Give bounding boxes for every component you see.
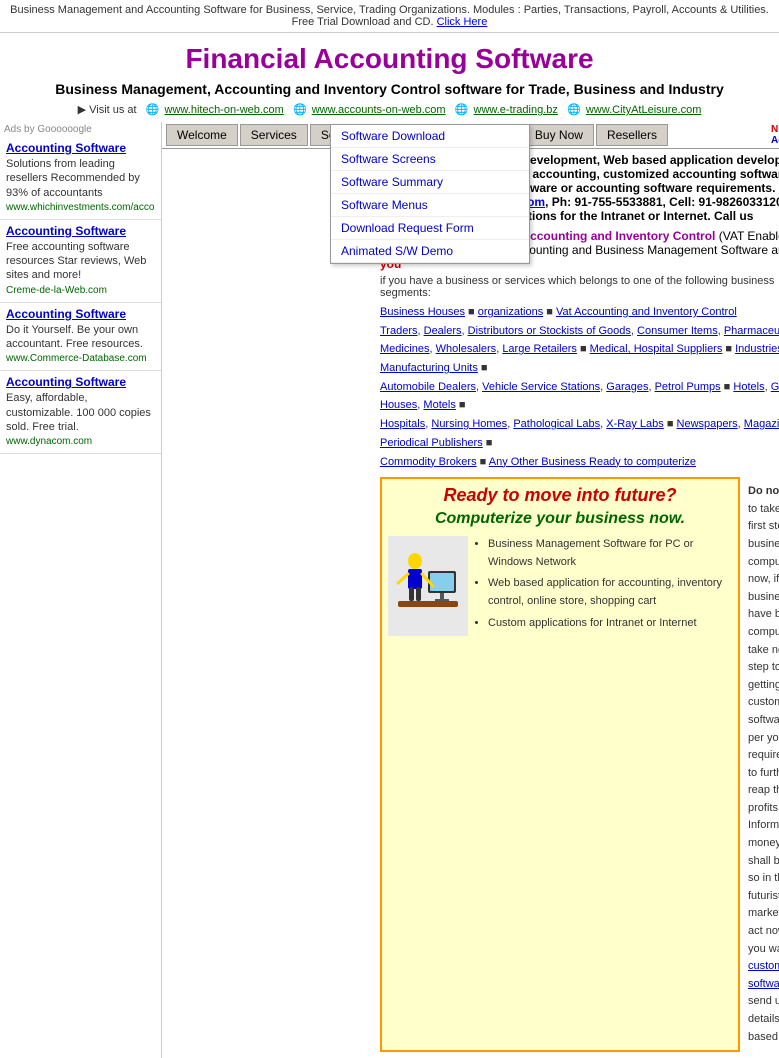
link-manufacturing[interactable]: Manufacturing Units <box>380 362 478 374</box>
link-pathological[interactable]: Pathological Labs <box>513 418 600 430</box>
visit-label: ▶ Visit us at <box>78 104 143 116</box>
link-retailers[interactable]: Large Retailers <box>502 343 577 355</box>
promo-bullets: Business Management Software for PC or W… <box>474 536 732 636</box>
top-banner: Business Management and Accounting Softw… <box>0 0 779 33</box>
link-distributors[interactable]: Distributors or Stockists of Goods <box>468 325 631 337</box>
link-vehicle[interactable]: Vehicle Service Stations <box>482 381 600 393</box>
dropdown-menu: Software Download Software Screens Softw… <box>330 124 530 264</box>
link-medical[interactable]: Medical, Hospital Suppliers <box>590 343 723 355</box>
link-petrol[interactable]: Petrol Pumps <box>655 381 721 393</box>
visit-link-3[interactable]: www.e-trading.bz <box>474 104 558 116</box>
links-section: Business Houses ■ organizations ■ Vat Ac… <box>380 303 779 471</box>
content-area: Our Services :- Software development, We… <box>372 149 779 1058</box>
ad-title-4[interactable]: Accounting Software <box>6 375 155 389</box>
nav-welcome[interactable]: Welcome <box>166 124 238 146</box>
bullet-2: Web based application for accounting, in… <box>488 575 732 610</box>
dropdown-software-screens[interactable]: Software Screens <box>331 148 529 171</box>
main-title: Financial Accounting Software <box>0 33 779 81</box>
right-content: Welcome Services Software Download Conta… <box>162 122 779 1058</box>
nav-buy-now[interactable]: Buy Now <box>524 124 594 146</box>
phone1: 91-755-5533881 <box>574 195 662 209</box>
link-dealers[interactable]: Dealers <box>424 325 462 337</box>
link-newspapers[interactable]: Newspapers <box>677 418 738 430</box>
ad-block-1: Accounting Software Solutions from leadi… <box>0 137 161 220</box>
link-periodical[interactable]: Periodical Publishers <box>380 437 483 449</box>
ad-title-1[interactable]: Accounting Software <box>6 141 155 155</box>
ad-url-1: www.whichinvestments.com/acco <box>6 202 155 213</box>
ad-text-4: Easy, affordable, customizable. 100 000 … <box>6 392 151 433</box>
ad-block-2: Accounting Software Free accounting soft… <box>0 220 161 303</box>
bullet-3: Custom applications for Intranet or Inte… <box>488 615 732 633</box>
promo-inner: Business Management Software for PC or W… <box>388 536 732 636</box>
globe-icon-1: 🌐 <box>146 104 160 116</box>
globe-icon-4: 🌐 <box>567 104 581 116</box>
promo-image <box>388 536 468 636</box>
link-wholesalers[interactable]: Wholesalers <box>436 343 497 355</box>
dropdown-software-summary[interactable]: Software Summary <box>331 171 529 194</box>
link-organizations[interactable]: organizations <box>478 306 543 318</box>
promo-headline: Ready to move into future? <box>388 485 732 506</box>
link-hotels[interactable]: Hotels <box>733 381 764 393</box>
dropdown-download-request[interactable]: Download Request Form <box>331 217 529 240</box>
ad-url-4: www.dynacom.com <box>6 436 155 447</box>
ad-block-4: Accounting Software Easy, affordable, cu… <box>0 371 161 454</box>
bullet-1: Business Management Software for PC or W… <box>488 536 732 571</box>
link-other[interactable]: Any Other Business Ready to computerize <box>489 456 696 468</box>
globe-icon-3: 🌐 <box>455 104 469 116</box>
ad-text-1: Solutions from leading resellers Recomme… <box>6 158 140 199</box>
nav-resellers[interactable]: Resellers <box>596 124 668 146</box>
link-nursing[interactable]: Nursing Homes <box>431 418 507 430</box>
visit-bar: ▶ Visit us at 🌐 www.hitech-on-web.com 🌐 … <box>0 101 779 122</box>
link-garages[interactable]: Garages <box>606 381 648 393</box>
visit-link-2[interactable]: www.accounts-on-web.com <box>312 104 446 116</box>
link-industries[interactable]: Industries <box>735 343 779 355</box>
ad-url-3: www.Commerce-Database.com <box>6 353 155 364</box>
link-business-houses[interactable]: Business Houses <box>380 306 465 318</box>
ad-title-2[interactable]: Accounting Software <box>6 224 155 238</box>
link-vat-accounting[interactable]: Vat Accounting and Inventory Control <box>556 306 737 318</box>
ad-block-3: Accounting Software Do it Yourself. Be y… <box>0 303 161 372</box>
dropdown-software-menus[interactable]: Software Menus <box>331 194 529 217</box>
ad-text-2: Free accounting software resources Star … <box>6 241 146 282</box>
ad-text-3: Do it Yourself. Be your own accountant. … <box>6 324 143 350</box>
visit-link-1[interactable]: www.hitech-on-web.com <box>165 104 284 116</box>
info-do-not-delay: Do not delay <box>748 485 779 497</box>
person-illustration <box>393 541 463 631</box>
promo-box: Ready to move into future? Computerize y… <box>380 477 740 1052</box>
customized-software-link[interactable]: customized software <box>748 960 779 990</box>
bottom-section: Ready to move into future? Computerize y… <box>380 477 779 1052</box>
link-auto[interactable]: Automobile Dealers <box>380 381 476 393</box>
ad-title-3[interactable]: Accounting Software <box>6 307 155 321</box>
dropdown-software-download[interactable]: Software Download <box>331 125 529 148</box>
visit-link-4[interactable]: www.CityAtLeisure.com <box>586 104 702 116</box>
ads-label: Ads by Goooooogle <box>0 122 161 137</box>
globe-icon-2: 🌐 <box>293 104 307 116</box>
link-motels[interactable]: Motels <box>423 399 455 411</box>
banner-link[interactable]: Click Here <box>437 16 488 28</box>
layout: Ads by Goooooogle Accounting Software So… <box>0 122 779 1058</box>
dropdown-animated-demo[interactable]: Animated S/W Demo <box>331 240 529 263</box>
link-traders[interactable]: Traders <box>380 325 418 337</box>
link-hospitals[interactable]: Hospitals <box>380 418 425 430</box>
link-magazine[interactable]: Magazine <box>744 418 779 430</box>
info-text-body: to take the first step to business compu… <box>748 503 779 955</box>
link-xray[interactable]: X-Ray Labs <box>606 418 663 430</box>
left-sidebar: Ads by Goooooogle Accounting Software So… <box>0 122 162 1058</box>
promo-subheadline: Computerize your business now. <box>388 510 732 528</box>
info-text-end: send us details Web based <box>748 995 779 1042</box>
ad-url-2: Creme-de-la-Web.com <box>6 285 155 296</box>
link-consumer[interactable]: Consumer Items <box>637 325 718 337</box>
link-commodity[interactable]: Commodity Brokers <box>380 456 477 468</box>
new-badge: NEW! VATAccounting <box>771 124 779 146</box>
banner-text: Business Management and Accounting Softw… <box>10 4 769 28</box>
products-intro: if you have a business or services which… <box>380 275 779 299</box>
phone2: 91-9826033120 <box>699 195 779 209</box>
new-text: NEW! <box>771 124 779 135</box>
info-text: Do not delay to take the first step to b… <box>748 483 779 1046</box>
nav-services[interactable]: Services <box>240 124 308 146</box>
subtitle: Business Management, Accounting and Inve… <box>0 81 779 101</box>
info-box: Do not delay to take the first step to b… <box>740 477 779 1052</box>
